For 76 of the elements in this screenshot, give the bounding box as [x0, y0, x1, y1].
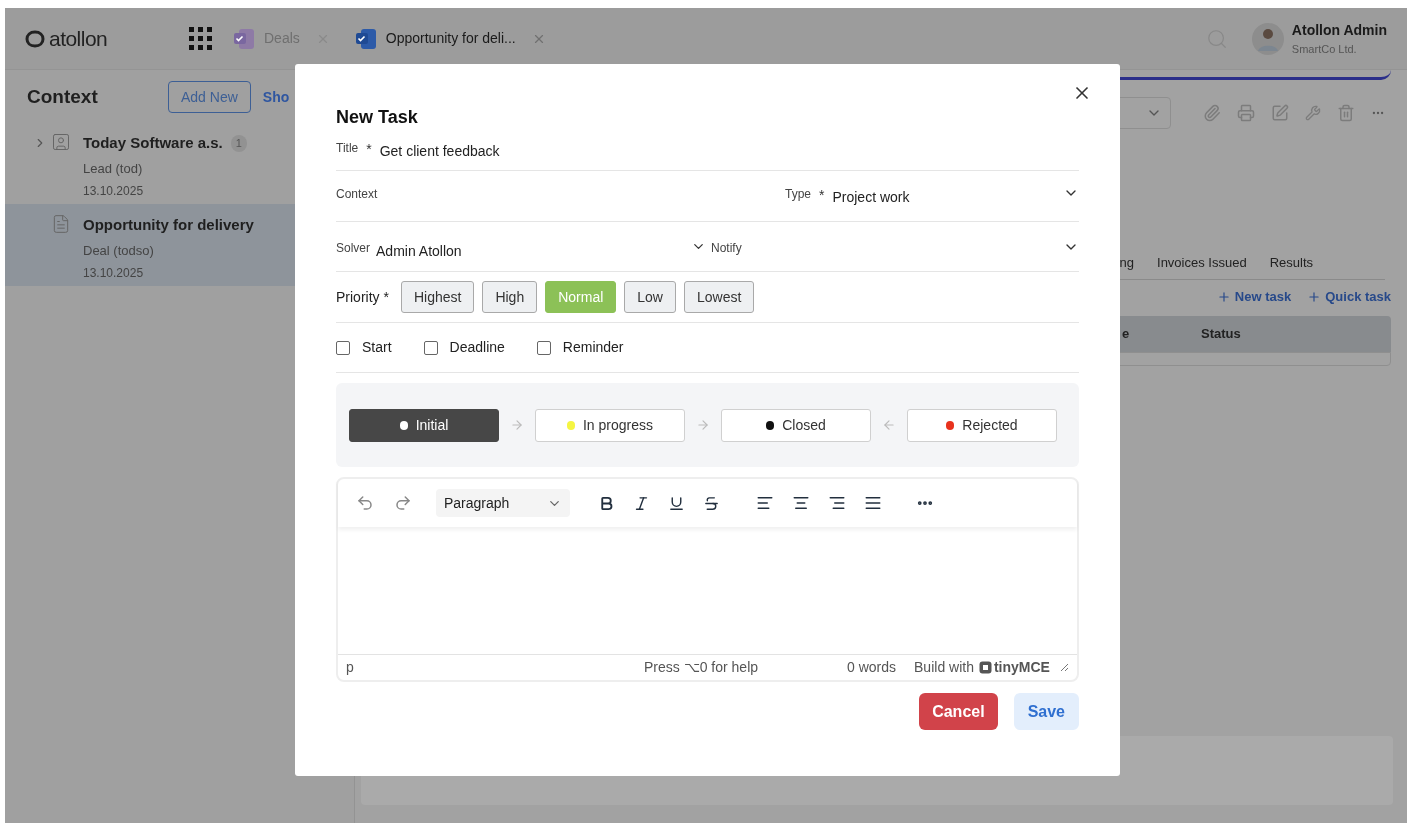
strikethrough-icon[interactable]: [703, 494, 720, 512]
user-name: Atollon Admin: [1291, 20, 1387, 40]
arrow-left-icon: [882, 418, 896, 432]
solver-select[interactable]: Admin Atollon: [376, 241, 691, 262]
avatar[interactable]: [1251, 22, 1284, 55]
redo-icon[interactable]: [394, 494, 412, 512]
element-path[interactable]: p: [346, 657, 644, 678]
plus-icon: [1307, 290, 1322, 304]
status-step[interactable]: Rejected: [907, 408, 1057, 442]
field-label: Title: [336, 140, 359, 157]
checkbox[interactable]: [536, 340, 551, 355]
align-center-icon[interactable]: [792, 494, 810, 512]
document-icon: [51, 214, 71, 234]
header-tab[interactable]: Opportunity for deli...: [353, 26, 546, 51]
item-type: Lead (tod): [83, 159, 144, 178]
document-check-icon: [232, 26, 256, 51]
rich-text-editor[interactable]: Paragraph p Press ⌥0 for help 0 words Build with tinyMCE: [336, 477, 1079, 682]
status-step[interactable]: Closed: [721, 408, 871, 442]
priority-option[interactable]: Highest: [400, 281, 475, 313]
priority-option[interactable]: Low: [624, 281, 676, 313]
checkbox-label: Start: [362, 338, 392, 357]
type-select[interactable]: Project work: [832, 187, 1063, 208]
underline-icon[interactable]: [668, 494, 685, 512]
priority-label: Priority *: [336, 287, 389, 307]
add-task-link[interactable]: Quick task: [1307, 287, 1391, 307]
arrow-right-icon: [696, 418, 710, 432]
italic-icon[interactable]: [633, 494, 650, 512]
word-count[interactable]: 0 words: [847, 657, 897, 678]
brand-link[interactable]: tinyMCE: [993, 657, 1050, 678]
column-header: e: [1122, 325, 1131, 344]
document-check-icon: [353, 26, 378, 51]
logo-icon: [25, 29, 45, 48]
undo-icon[interactable]: [356, 494, 374, 512]
tinymce-logo-icon: [978, 661, 992, 674]
plus-icon: [1216, 290, 1231, 304]
main-tab[interactable]: Invoices Issued: [1157, 253, 1247, 273]
company-name: SmartCo Ltd.: [1291, 41, 1358, 57]
logo: atollon: [49, 25, 108, 52]
align-left-icon[interactable]: [756, 494, 774, 512]
bold-icon[interactable]: [598, 494, 615, 512]
priority-option[interactable]: Lowest: [684, 281, 755, 313]
priority-option[interactable]: High: [482, 281, 538, 313]
branding-text: Build with: [914, 658, 974, 677]
main-tab[interactable]: Results: [1269, 253, 1313, 273]
paperclip-icon[interactable]: [1203, 104, 1221, 122]
align-right-icon[interactable]: [828, 494, 846, 512]
item-type: Deal (todso): [83, 241, 155, 260]
required-mark: *: [819, 186, 825, 205]
arrow-right-icon: [510, 418, 524, 432]
status-step[interactable]: Initial: [349, 408, 499, 442]
dialog-title: New Task: [336, 106, 419, 129]
apps-grid-icon[interactable]: [189, 27, 212, 50]
align-justify-icon[interactable]: [864, 494, 882, 512]
main-tab[interactable]: ng: [1119, 253, 1135, 273]
title-field[interactable]: Get client feedback: [379, 141, 1079, 162]
item-title: Opportunity for delivery: [83, 215, 254, 235]
item-date: 13.10.2025: [83, 183, 145, 200]
field-label: Type: [785, 186, 811, 203]
block-format-select[interactable]: Paragraph: [436, 489, 570, 517]
save-button[interactable]: Save: [1013, 693, 1079, 730]
column-header: Status: [1201, 325, 1241, 344]
checkbox[interactable]: [423, 340, 438, 355]
item-date: 13.10.2025: [83, 265, 145, 282]
notify-field[interactable]: Notify: [711, 239, 1063, 257]
checkbox-label: Reminder: [562, 338, 624, 357]
context-field[interactable]: Context: [336, 185, 785, 203]
contact-folder-icon: [51, 132, 71, 152]
checkbox-label: Deadline: [449, 338, 505, 357]
checkbox[interactable]: [336, 340, 350, 355]
status-step[interactable]: In progress: [535, 408, 685, 442]
cancel-button[interactable]: Cancel: [919, 693, 998, 730]
sidebar-title: Context: [27, 84, 99, 109]
item-title: Today Software a.s.: [83, 133, 223, 153]
resize-handle-icon[interactable]: [1060, 663, 1069, 672]
help-hint: Press ⌥0 for help: [644, 658, 760, 677]
required-mark: *: [366, 140, 372, 159]
